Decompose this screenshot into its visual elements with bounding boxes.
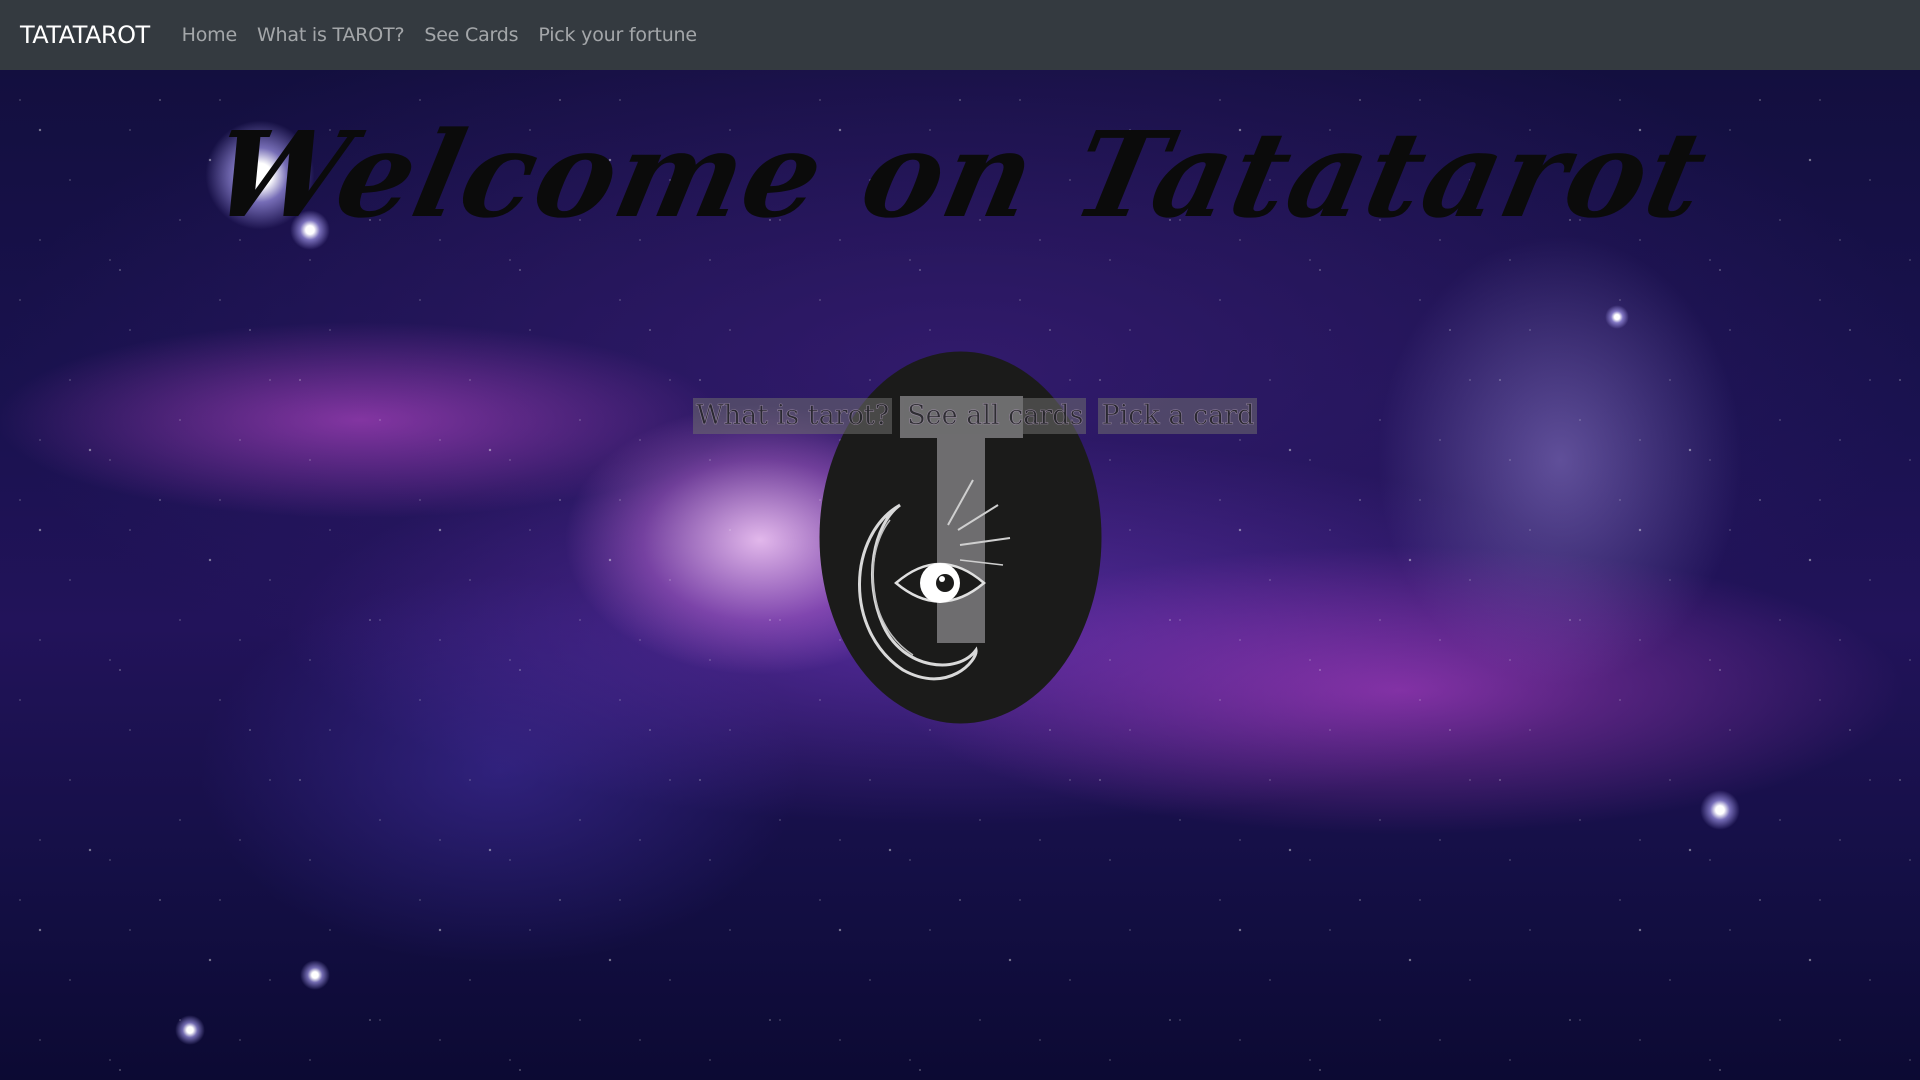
bright-star — [1605, 305, 1629, 329]
nav-link-home[interactable]: Home — [172, 24, 247, 46]
brand-link[interactable]: TATATAROT — [20, 21, 150, 49]
bright-star — [175, 1015, 205, 1045]
top-navbar: TATATAROT Home What is TAROT? See Cards … — [0, 0, 1920, 70]
nav-links: Home What is TAROT? See Cards Pick your … — [172, 24, 707, 46]
hero-link-pick-a-card[interactable]: Pick a card — [1098, 398, 1258, 434]
nav-link-pick-your-fortune[interactable]: Pick your fortune — [528, 24, 707, 46]
nav-link-what-is-tarot[interactable]: What is TAROT? — [247, 24, 414, 46]
hero-link-see-all-cards[interactable]: See all cards — [904, 398, 1087, 434]
welcome-title: Welcome on Tatatarot — [200, 105, 1720, 244]
hero-menu-links: What is tarot? See all cards Pick a card — [693, 398, 1258, 434]
hero-link-what-is-tarot[interactable]: What is tarot? — [693, 398, 893, 434]
nav-link-see-cards[interactable]: See Cards — [414, 24, 528, 46]
bright-star — [1700, 790, 1740, 830]
bright-star — [300, 960, 330, 990]
